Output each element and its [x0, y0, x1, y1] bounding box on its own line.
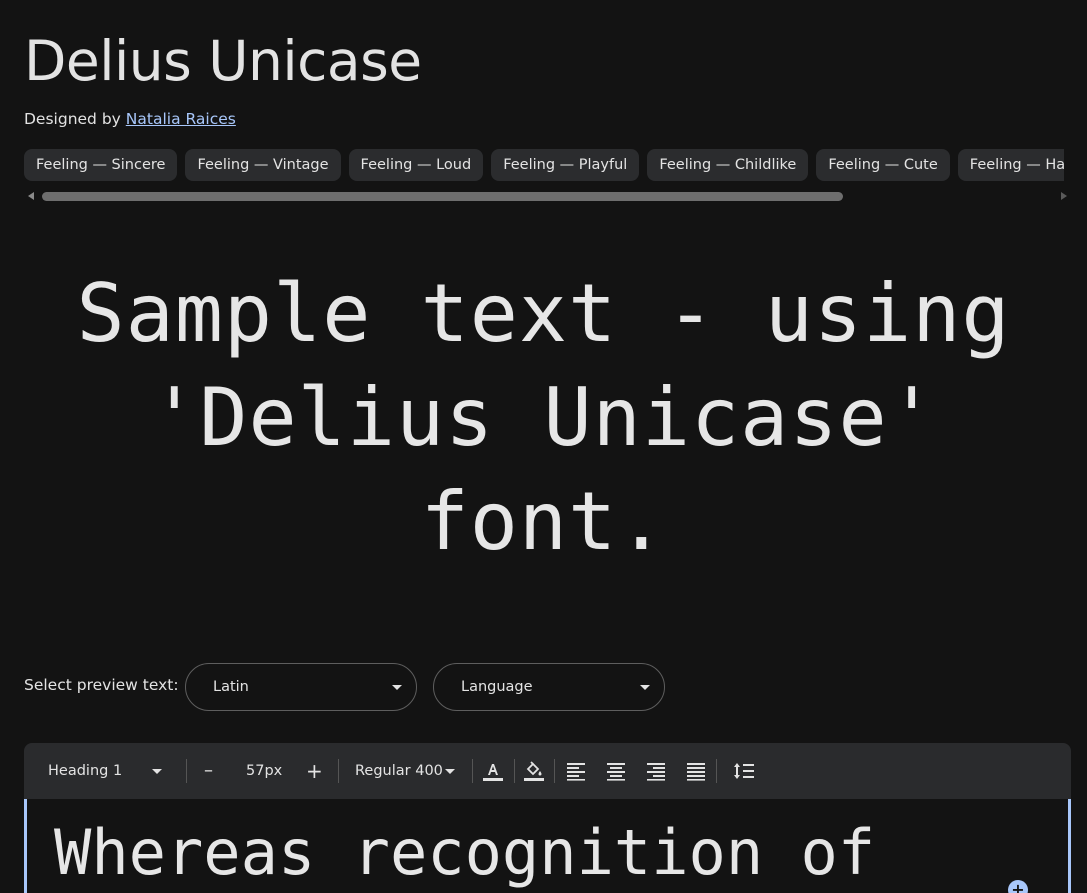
divider	[186, 759, 187, 783]
tag-happy[interactable]: Feeling — Happy	[957, 149, 1064, 181]
sample-line-3: font.	[420, 475, 667, 568]
text-color-icon[interactable]	[481, 759, 505, 783]
text-style-value: Heading 1	[48, 763, 123, 779]
scroll-left-arrow-icon[interactable]	[28, 192, 34, 200]
decrease-size-button[interactable]: –	[204, 743, 213, 799]
align-right-icon[interactable]	[644, 759, 668, 783]
align-justify-icon[interactable]	[684, 759, 708, 783]
divider	[554, 759, 555, 783]
scroll-thumb[interactable]	[42, 192, 843, 201]
divider	[716, 759, 717, 783]
editor-text[interactable]: Whereas recognition of	[54, 811, 875, 893]
tag-cute[interactable]: Feeling — Cute	[816, 149, 950, 181]
designer-link[interactable]: Natalia Raices	[126, 110, 236, 128]
font-title: Delius Unicase	[24, 29, 422, 93]
divider	[514, 759, 515, 783]
sample-line-1: Sample text - using	[76, 267, 1011, 360]
preview-text-label: Select preview text:	[24, 676, 179, 694]
font-weight-value: Regular 400	[355, 763, 443, 779]
font-size-value[interactable]: 57px	[246, 743, 282, 799]
tags-scroller: Feeling — Sincere Feeling — Vintage Feel…	[24, 149, 1064, 182]
script-select-value: Latin	[213, 679, 249, 695]
chevron-down-icon[interactable]	[445, 769, 455, 774]
divider	[472, 759, 473, 783]
tag-playful[interactable]: Feeling — Playful	[491, 149, 640, 181]
sample-text: Sample text - using 'Delius Unicase' fon…	[30, 262, 1057, 574]
script-select[interactable]: Latin	[185, 663, 417, 711]
editor-toolbar: Heading 1 – 57px + Regular 400	[24, 743, 1071, 799]
highlight-color-icon[interactable]	[522, 759, 546, 783]
align-center-icon[interactable]	[604, 759, 628, 783]
text-style-dropdown[interactable]: Heading 1	[48, 743, 122, 799]
divider	[338, 759, 339, 783]
align-left-icon[interactable]	[564, 759, 588, 783]
add-icon[interactable]: +	[1008, 880, 1028, 893]
chevron-down-icon[interactable]	[152, 769, 162, 774]
designer-line: Designed by Natalia Raices	[24, 110, 236, 128]
preview-editor[interactable]: Whereas recognition of	[24, 799, 1071, 893]
line-height-icon[interactable]	[732, 759, 756, 783]
tag-loud[interactable]: Feeling — Loud	[348, 149, 484, 181]
increase-size-button[interactable]: +	[306, 743, 323, 799]
chevron-down-icon	[640, 685, 650, 690]
designed-by-label: Designed by	[24, 110, 121, 128]
language-select-placeholder: Language	[461, 679, 533, 695]
tags-scrollbar[interactable]	[24, 190, 1071, 202]
sample-line-2: 'Delius Unicase'	[150, 371, 937, 464]
chevron-down-icon	[392, 685, 402, 690]
scroll-right-arrow-icon[interactable]	[1061, 192, 1067, 200]
font-weight-dropdown[interactable]: Regular 400	[355, 743, 443, 799]
language-select[interactable]: Language	[433, 663, 665, 711]
tag-sincere[interactable]: Feeling — Sincere	[24, 149, 178, 181]
tag-childlike[interactable]: Feeling — Childlike	[647, 149, 809, 181]
tag-vintage[interactable]: Feeling — Vintage	[185, 149, 341, 181]
